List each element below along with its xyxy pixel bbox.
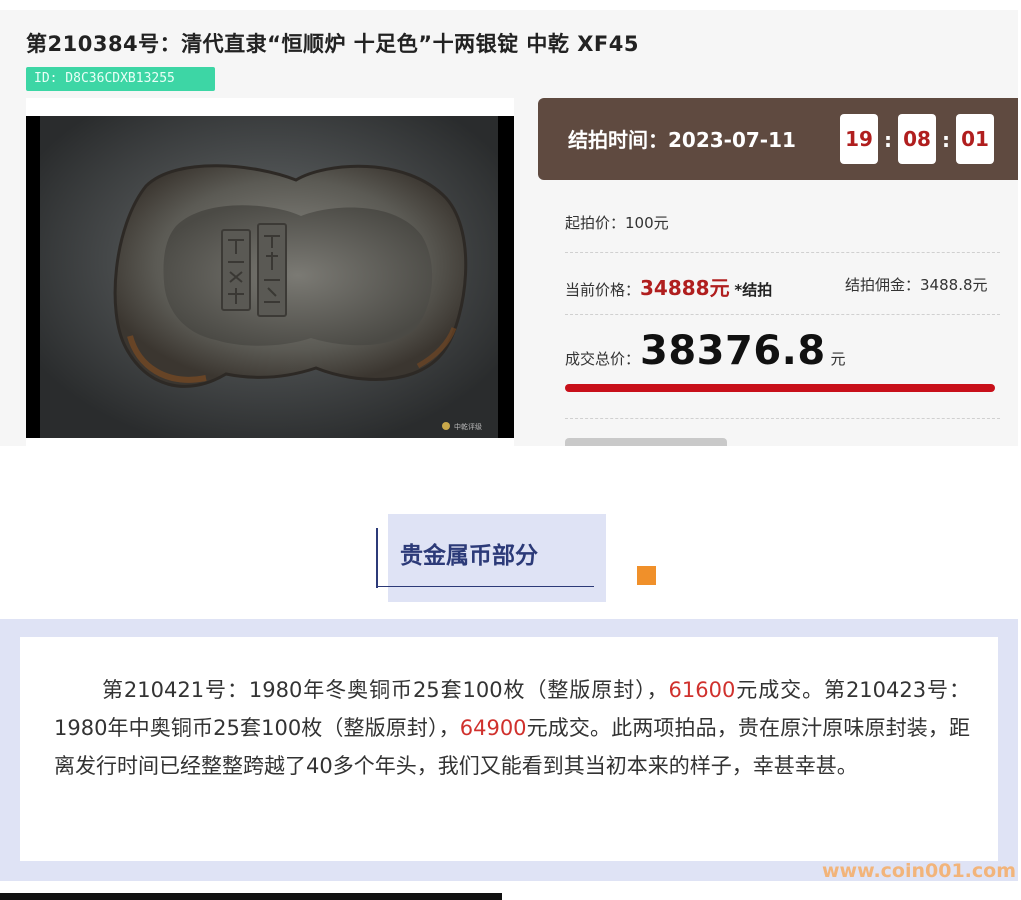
lot-title: 第210384号：清代直隶“恒顺炉 十足色”十两银锭 中乾 XF45 bbox=[26, 32, 639, 56]
start-price-row: 起拍价：100元 bbox=[565, 212, 669, 233]
end-date: 2023-07-11 bbox=[668, 128, 796, 152]
divider bbox=[565, 418, 1000, 419]
lot-photo-frame: 中乾评级 bbox=[26, 98, 514, 446]
price-highlight: 61600 bbox=[668, 678, 736, 702]
commission-value: 3488.8元 bbox=[920, 276, 988, 294]
section-title: 贵金属币部分 bbox=[400, 543, 538, 569]
timer-separator: : bbox=[942, 128, 950, 152]
auction-lot-card: 第210384号：清代直隶“恒顺炉 十足色”十两银锭 中乾 XF45 ID: D… bbox=[0, 10, 1018, 446]
price-highlight: 64900 bbox=[459, 716, 527, 740]
timer-second: 01 bbox=[956, 114, 994, 164]
start-price-value: 100元 bbox=[625, 214, 669, 232]
total-price-label: 成交总价： bbox=[565, 350, 641, 368]
section-border bbox=[376, 528, 378, 588]
divider bbox=[565, 314, 1000, 315]
site-watermark: www.coin001.com bbox=[822, 860, 1017, 882]
divider bbox=[565, 252, 1000, 253]
description-part: 第210421号：1980年冬奥铜币25套100枚（整版原封）， bbox=[102, 678, 669, 702]
start-price-label: 起拍价： bbox=[565, 214, 626, 232]
description-panel: 第210421号：1980年冬奥铜币25套100枚（整版原封），61600元成交… bbox=[0, 619, 1018, 881]
next-image-edge bbox=[0, 893, 502, 900]
description-text: 第210421号：1980年冬奥铜币25套100枚（整版原封），61600元成交… bbox=[54, 671, 970, 785]
section-border bbox=[376, 586, 594, 587]
settled-tag: *结拍 bbox=[734, 281, 773, 299]
timer-separator: : bbox=[884, 128, 892, 152]
auction-timer-bar: 结拍时间：2023-07-11 19 : 08 : 01 bbox=[538, 98, 1018, 180]
silver-ingot-image: 中乾评级 bbox=[26, 116, 514, 438]
current-price-row: 当前价格：34888元 *结拍 bbox=[565, 272, 772, 301]
total-price-value: 38376.8 bbox=[640, 328, 826, 374]
total-price-unit: 元 bbox=[830, 350, 846, 368]
timer-minute: 08 bbox=[898, 114, 936, 164]
progress-bar bbox=[565, 384, 995, 392]
current-price-label: 当前价格： bbox=[565, 281, 641, 299]
description-card: 第210421号：1980年冬奥铜币25套100枚（整版原封），61600元成交… bbox=[20, 637, 998, 861]
total-price-row: 成交总价：38376.8 元 bbox=[565, 328, 846, 374]
end-time-label: 结拍时间：2023-07-11 bbox=[568, 124, 796, 153]
commission-row: 结拍佣金：3488.8元 bbox=[845, 274, 988, 295]
commission-label: 结拍佣金： bbox=[845, 276, 921, 294]
lot-photo[interactable]: 中乾评级 bbox=[26, 116, 514, 438]
timer-hour: 19 bbox=[840, 114, 878, 164]
lot-id-badge: ID: D8C36CDXB13255 bbox=[26, 67, 215, 91]
svg-text:中乾评级: 中乾评级 bbox=[454, 422, 482, 431]
decorative-square bbox=[637, 566, 656, 585]
section-header: 贵金属币部分 bbox=[388, 514, 606, 602]
current-price-value: 34888元 bbox=[640, 276, 730, 300]
end-time-label-text: 结拍时间： bbox=[568, 128, 668, 152]
action-button[interactable] bbox=[565, 438, 727, 446]
